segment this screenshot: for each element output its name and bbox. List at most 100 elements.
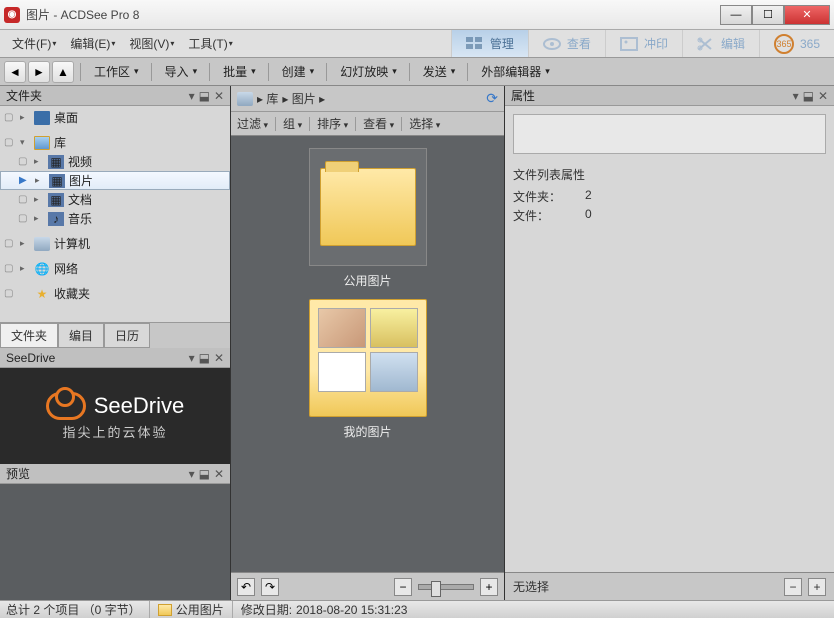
external-editor-menu[interactable]: 外部编辑器 — [475, 61, 556, 82]
prop-files-value: 0 — [585, 207, 592, 224]
preview-panel-header: 预览 ▾⬓✕ — [0, 464, 230, 484]
thumbnail-area[interactable]: 公用图片 我的图片 — [231, 136, 504, 572]
zoom-in-button[interactable]: + — [480, 578, 498, 596]
menu-view[interactable]: 视图(V)▾ — [123, 33, 180, 54]
send-menu[interactable]: 发送 — [417, 61, 462, 82]
zoom-out-button[interactable]: − — [394, 578, 412, 596]
batch-menu[interactable]: 批量 — [217, 61, 262, 82]
properties-footer: 无选择 − + — [505, 572, 834, 600]
nav-forward-button[interactable]: ► — [28, 61, 50, 83]
tree-libraries[interactable]: ▢▾库 — [0, 133, 230, 152]
thumbnail-toolbar: ↶ ↷ − + — [231, 572, 504, 600]
status-bar: 总计 2 个项目 （0 字节） 公用图片 修改日期: 2018-08-20 15… — [0, 600, 834, 618]
zoom-in-button[interactable]: + — [808, 578, 826, 596]
workspace-menu[interactable]: 工作区 — [88, 61, 145, 82]
grid-icon — [466, 37, 484, 51]
create-menu[interactable]: 创建 — [276, 61, 321, 82]
view-menu[interactable]: 查看 — [363, 115, 394, 132]
zoom-out-button[interactable]: − — [784, 578, 802, 596]
properties-section-title: 文件列表属性 — [513, 166, 826, 183]
nav-up-button[interactable]: ▲ — [52, 61, 74, 83]
panel-close-icon[interactable]: ✕ — [214, 89, 224, 103]
rotate-right-button[interactable]: ↷ — [261, 578, 279, 596]
menubar: 文件(F)▾ 编辑(E)▾ 视图(V)▾ 工具(T)▾ 管理 查看 冲印 编辑 … — [0, 30, 834, 58]
seedrive-slogan: 指尖上的云体验 — [62, 422, 167, 441]
filter-menu[interactable]: 过滤 — [237, 115, 268, 132]
panel-pin-icon[interactable]: ⬓ — [803, 89, 814, 103]
tree-desktop[interactable]: ▢▸桌面 — [0, 108, 230, 127]
minimize-button[interactable]: — — [720, 5, 752, 25]
folder-icon — [158, 604, 172, 616]
panel-pin-icon[interactable]: ⬓ — [199, 467, 210, 481]
import-menu[interactable]: 导入 — [159, 61, 204, 82]
panel-menu-icon[interactable]: ▾ — [189, 89, 195, 103]
panel-close-icon[interactable]: ✕ — [214, 351, 224, 365]
filter-bar: 过滤 组 排序 查看 选择 — [231, 112, 504, 136]
mode-develop[interactable]: 冲印 — [605, 30, 682, 57]
group-menu[interactable]: 组 — [283, 115, 302, 132]
panel-menu-icon[interactable]: ▾ — [189, 351, 195, 365]
close-button[interactable]: ✕ — [784, 5, 830, 25]
status-mod-label: 修改日期: — [241, 601, 292, 618]
tree-documents[interactable]: ▢▸▦文档 — [0, 190, 230, 209]
select-menu[interactable]: 选择 — [409, 115, 440, 132]
titlebar: ◉ 图片 - ACDSee Pro 8 — ☐ ✕ — [0, 0, 834, 30]
breadcrumb-root[interactable]: ▸ 库 — [257, 90, 278, 107]
menu-file[interactable]: 文件(F)▾ — [6, 33, 62, 54]
status-mod-value: 2018-08-20 15:31:23 — [296, 603, 407, 617]
properties-field[interactable] — [513, 114, 826, 154]
panel-close-icon[interactable]: ✕ — [214, 467, 224, 481]
mode-365[interactable]: 365 365 — [759, 30, 834, 57]
refresh-icon[interactable]: ⟳ — [486, 90, 498, 107]
tree-computer[interactable]: ▢▸计算机 — [0, 234, 230, 253]
zoom-slider[interactable] — [418, 584, 474, 590]
thumb-public-pictures[interactable]: 公用图片 — [308, 148, 428, 289]
tab-folders[interactable]: 文件夹 — [0, 323, 58, 348]
tree-network[interactable]: ▢▸🌐网络 — [0, 259, 230, 278]
tree-music[interactable]: ▢▸♪音乐 — [0, 209, 230, 228]
maximize-button[interactable]: ☐ — [752, 5, 784, 25]
cloud-icon — [46, 392, 86, 420]
prop-files-label: 文件： — [513, 207, 565, 224]
tree-pictures[interactable]: ▶▸▦图片 — [0, 171, 230, 190]
folder-icon — [320, 168, 416, 246]
no-selection-label: 无选择 — [513, 578, 549, 595]
properties-panel: 文件列表属性 文件夹：2 文件：0 — [505, 106, 834, 233]
window-title: 图片 - ACDSee Pro 8 — [26, 6, 720, 23]
folder-tabs: 文件夹 编目 日历 — [0, 322, 230, 348]
seedrive-panel-header: SeeDrive ▾⬓✕ — [0, 348, 230, 368]
breadcrumb-current[interactable]: ▸ 图片 ▸ — [282, 90, 325, 107]
prop-folders-value: 2 — [585, 188, 592, 205]
panel-menu-icon[interactable]: ▾ — [189, 467, 195, 481]
sort-menu[interactable]: 排序 — [317, 115, 348, 132]
menu-tools[interactable]: 工具(T)▾ — [182, 33, 238, 54]
panel-pin-icon[interactable]: ⬓ — [199, 89, 210, 103]
tree-favorites[interactable]: ▢★收藏夹 — [0, 284, 230, 303]
tab-catalog[interactable]: 编目 — [58, 323, 104, 348]
thumb-my-pictures[interactable]: 我的图片 — [308, 299, 428, 440]
mode-manage[interactable]: 管理 — [451, 30, 528, 57]
mode-edit[interactable]: 编辑 — [682, 30, 759, 57]
panel-pin-icon[interactable]: ⬓ — [199, 351, 210, 365]
eye-icon — [543, 37, 561, 51]
tab-calendar[interactable]: 日历 — [104, 323, 150, 348]
rotate-left-button[interactable]: ↶ — [237, 578, 255, 596]
tree-videos[interactable]: ▢▸▦视频 — [0, 152, 230, 171]
panel-close-icon[interactable]: ✕ — [818, 89, 828, 103]
toolbar: ◄ ► ▲ 工作区 导入 批量 创建 幻灯放映 发送 外部编辑器 — [0, 58, 834, 86]
app-icon: ◉ — [4, 7, 20, 23]
menu-edit[interactable]: 编辑(E)▾ — [64, 33, 121, 54]
seedrive-panel[interactable]: SeeDrive 指尖上的云体验 — [0, 368, 230, 464]
panel-menu-icon[interactable]: ▾ — [793, 89, 799, 103]
image-icon — [620, 37, 638, 51]
library-icon — [237, 92, 253, 106]
mode-view[interactable]: 查看 — [528, 30, 605, 57]
slideshow-menu[interactable]: 幻灯放映 — [334, 61, 403, 82]
folder-open-icon — [309, 299, 427, 417]
folder-tree: ▢▸桌面 ▢▾库 ▢▸▦视频 ▶▸▦图片 ▢▸▦文档 ▢▸♪音乐 ▢▸计算机 ▢… — [0, 106, 230, 322]
scissors-icon — [697, 37, 715, 51]
nav-back-button[interactable]: ◄ — [4, 61, 26, 83]
breadcrumb: ▸ 库 ▸ 图片 ▸ ⟳ — [231, 86, 504, 112]
status-total: 总计 2 个项目 （0 字节） — [6, 601, 141, 618]
365-icon: 365 — [774, 34, 794, 54]
